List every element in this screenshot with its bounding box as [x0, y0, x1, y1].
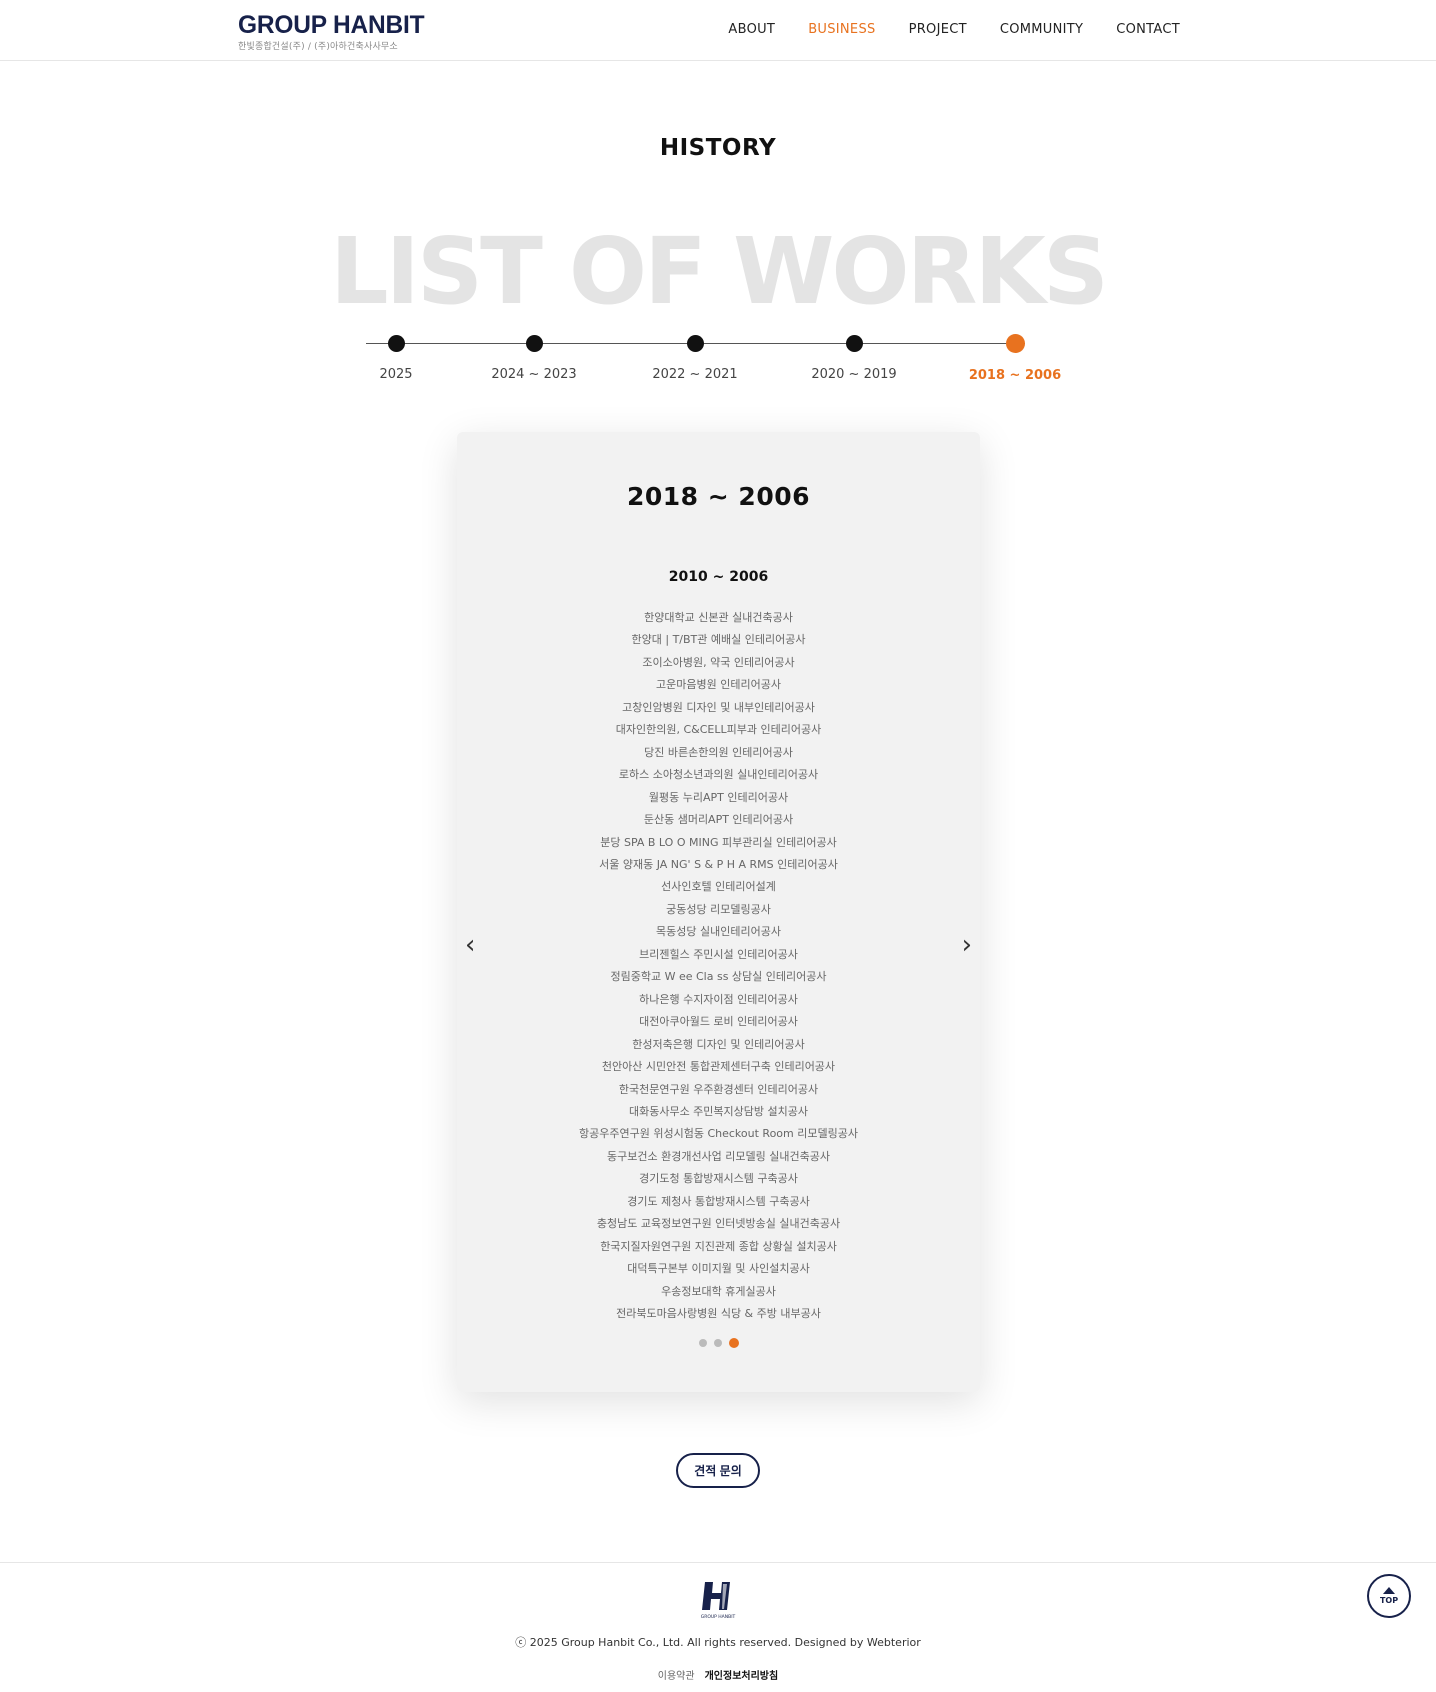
list-item: 한국지질자원연구원 지진관제 종합 상황실 설치공사 [600, 1239, 837, 1253]
nav-community[interactable]: COMMUNITY [1000, 22, 1083, 37]
list-item: 궁동성당 리모델링공사 [666, 902, 771, 916]
logo-subtitle: 한빛종합건설(주) / (주)아하건축사사무소 [238, 42, 398, 52]
timeline-label: 2020 ~ 2019 [811, 367, 897, 382]
timeline-dot [686, 335, 704, 352]
copyright-text: ⓒ 2025 Group Hanbit Co., Ltd. All rights… [515, 1636, 921, 1649]
nav-business[interactable]: BUSINESS [808, 22, 875, 37]
list-item: 당진 바른손한의원 인테리어공사 [644, 745, 793, 759]
pagination-dot[interactable] [698, 1339, 707, 1347]
list-item: 충청남도 교육정보연구원 인터넷방송실 실내건축공사 [596, 1217, 841, 1231]
history-card: 2018 ~ 2006 2010 ~ 2006 한양대학교 신본관 실내건축공사… [457, 432, 980, 1392]
timeline-item-2025[interactable]: 2025 [336, 332, 456, 382]
quote-request-button[interactable]: 견적 문의 [676, 1453, 760, 1488]
timeline-item-2020-2019[interactable]: 2020 ~ 2019 [794, 332, 914, 382]
nav-about[interactable]: ABOUT [728, 22, 775, 37]
list-item: 한양대 | T/BT관 예배실 인테리어공사 [631, 633, 806, 647]
page-title: HISTORY [659, 135, 777, 161]
card-subtitle: 2010 ~ 2006 [668, 569, 769, 585]
timeline-label: 2022 ~ 2021 [652, 367, 738, 382]
list-item: 한국천문연구원 우주환경센터 인테리어공사 [618, 1082, 819, 1096]
chevron-left-icon[interactable]: ‹ [465, 932, 475, 958]
nav-project[interactable]: PROJECT [909, 22, 967, 37]
timeline-dot [387, 335, 405, 352]
list-item: 대자인한의원, C&CELL피부과 인테리어공사 [615, 723, 822, 737]
list-item: 월평동 누리APT 인테리어공사 [648, 790, 789, 804]
list-item: 하나은행 수지자이점 인테리어공사 [639, 992, 798, 1006]
timeline-dot-active [1005, 334, 1025, 353]
list-item: 전라북도마음사랑병원 식당 & 주방 내부공사 [616, 1307, 821, 1321]
list-item: 대덕특구본부 이미지월 및 사인설치공사 [627, 1262, 810, 1276]
list-item: 서울 양재동 JA NG' S & P H A RMS 인테리어공사 [599, 857, 838, 871]
slide-pagination [457, 1338, 980, 1348]
card-title: 2018 ~ 2006 [626, 482, 810, 511]
list-item: 정림중학교 W ee Cla ss 상담실 인테리어공사 [610, 970, 827, 984]
list-item: 항공우주연구원 위성시험동 Checkout Room 리모델링공사 [579, 1127, 858, 1141]
timeline-label: 2025 [379, 367, 413, 382]
list-item: 천안아산 시민안전 통합관제센터구축 인테리어공사 [601, 1060, 836, 1074]
main-nav: ABOUT BUSINESS PROJECT COMMUNITY CONTACT [728, 22, 1180, 37]
footer-links: 이용약관 개인정보처리방침 [0, 1667, 1436, 1682]
list-item: 동구보건소 환경개선사업 리모델링 실내건축공사 [606, 1149, 830, 1163]
list-item: 대화동사무소 주민복지상담방 설치공사 [628, 1104, 809, 1118]
list-item: 분당 SPA B LO O MING 피부관리실 인테리어공사 [600, 835, 837, 849]
list-item: 조이소아병원, 약국 인테리어공사 [642, 655, 795, 669]
list-item: 고창인암병원 디자인 및 내부인테리어공사 [622, 700, 815, 714]
terms-link[interactable]: 이용약관 [658, 1667, 695, 1682]
footer-logo: GROUP HANBIT [701, 1582, 736, 1620]
footer-logo-caption: GROUP HANBIT [701, 1614, 736, 1620]
site-header: GROUP HANBIT 한빛종합건설(주) / (주)아하건축사사무소 ABO… [0, 0, 1436, 61]
list-item: 경기도청 통합방재시스템 구축공사 [639, 1172, 798, 1186]
timeline-item-2024-2023[interactable]: 2024 ~ 2023 [474, 332, 594, 382]
list-item: 한성저축은행 디자인 및 인테리어공사 [632, 1037, 805, 1051]
pagination-dot[interactable] [713, 1339, 722, 1347]
timeline-dot [525, 335, 543, 352]
top-label: TOP [1379, 1596, 1399, 1605]
list-item: 고운마음병원 인테리어공사 [656, 678, 781, 692]
list-item: 우송정보대학 휴게실공사 [661, 1284, 776, 1298]
history-timeline: 2025 2024 ~ 2023 2022 ~ 2021 2020 ~ 2019… [366, 332, 1066, 392]
privacy-policy-link[interactable]: 개인정보처리방침 [705, 1667, 779, 1682]
timeline-item-2022-2021[interactable]: 2022 ~ 2021 [635, 332, 755, 382]
chevron-right-icon[interactable]: › [962, 932, 972, 958]
works-list: 한양대학교 신본관 실내건축공사 한양대 | T/BT관 예배실 인테리어공사 … [457, 607, 980, 1326]
pagination-dot-active[interactable] [728, 1338, 739, 1348]
watermark-text: LIST OF WORKS [329, 218, 1109, 325]
list-item: 한양대학교 신본관 실내건축공사 [644, 611, 793, 624]
list-item: 경기도 제청사 통합방재시스템 구축공사 [627, 1194, 810, 1208]
list-item: 대전아쿠아월드 로비 인테리어공사 [639, 1015, 798, 1029]
list-item: 로하스 소아청소년과의원 실내인테리어공사 [618, 768, 819, 782]
list-item: 브리젠힐스 주민시설 인테리어공사 [639, 947, 798, 961]
list-item: 목동성당 실내인테리어공사 [656, 925, 781, 939]
site-footer: GROUP HANBIT ⓒ 2025 Group Hanbit Co., Lt… [0, 1562, 1436, 1692]
list-item: 둔산동 샘머리APT 인테리어공사 [643, 813, 794, 827]
timeline-label: 2024 ~ 2023 [491, 367, 577, 382]
logo-title: GROUP HANBIT [238, 11, 425, 39]
timeline-dot [845, 335, 863, 352]
timeline-label: 2018 ~ 2006 [968, 368, 1062, 383]
list-item: 선사인호텔 인테리어설계 [661, 880, 776, 894]
scroll-top-button[interactable]: TOP [1367, 1574, 1411, 1618]
nav-contact[interactable]: CONTACT [1116, 22, 1180, 37]
timeline-item-2018-2006[interactable]: 2018 ~ 2006 [955, 332, 1075, 383]
site-logo[interactable]: GROUP HANBIT 한빛종합건설(주) / (주)아하건축사사무소 [238, 12, 428, 52]
arrow-up-icon [1383, 1587, 1395, 1594]
